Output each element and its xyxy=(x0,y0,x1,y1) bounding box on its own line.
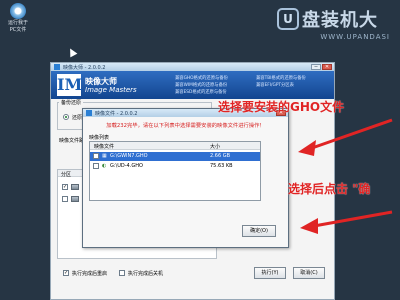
annotation-arrow-to-ok xyxy=(313,210,393,228)
annotation-click-confirm: 选择后点击 "确 xyxy=(288,182,371,196)
annotation-arrow-to-file xyxy=(311,118,393,150)
annotation-arrows xyxy=(298,118,393,234)
annotation-arrowhead-file xyxy=(298,140,316,156)
annotation-select-gho: 选择要安装的GHO文件 xyxy=(218,100,345,114)
annotation-arrowhead-ok xyxy=(300,218,318,234)
